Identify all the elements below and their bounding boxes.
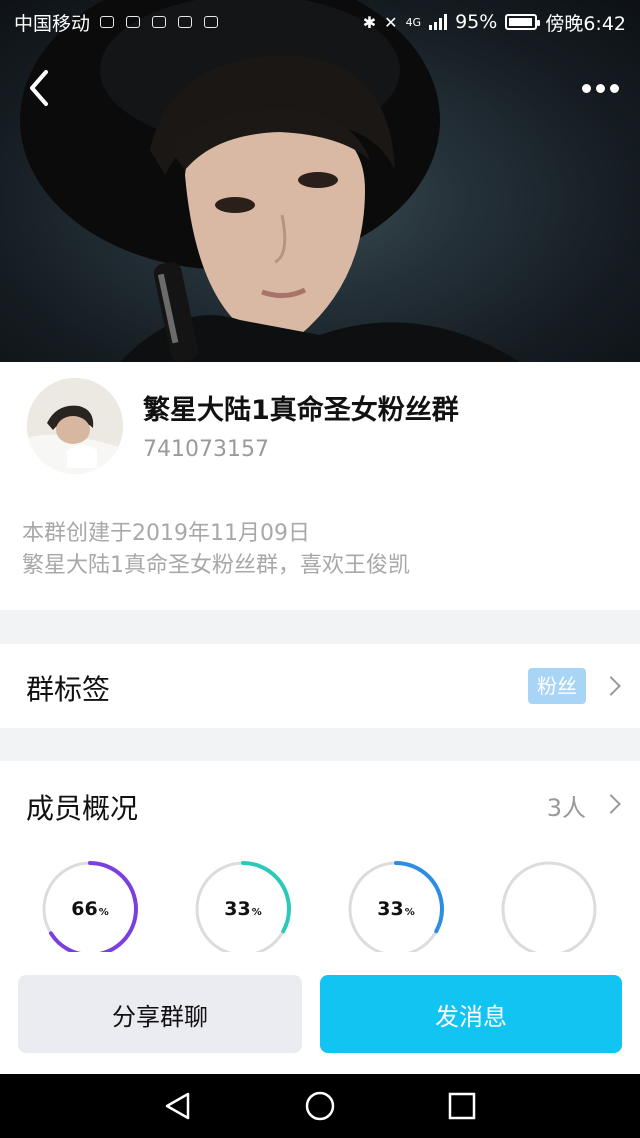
more-dots-icon [595, 83, 605, 93]
more-dots-icon [581, 83, 591, 93]
system-navigation-bar [0, 1074, 640, 1138]
group-tag-badge: 粉丝 [528, 668, 586, 704]
member-overview-section: 成员概况 3人 66% 33% 33% [0, 761, 640, 961]
group-created-date: 本群创建于2019年11月09日 [22, 521, 310, 546]
group-id: 741073157 [143, 437, 269, 462]
battery-fill [509, 18, 533, 26]
member-stat-ring: 66% [40, 859, 140, 959]
notification-icons [100, 16, 219, 28]
member-stat-ring [499, 859, 599, 959]
nav-recents-square-icon[interactable] [446, 1090, 478, 1122]
nav-back-triangle-icon[interactable] [162, 1090, 194, 1122]
ring-percent-label: 33% [193, 859, 293, 959]
group-info-card: 繁星大陆1真命圣女粉丝群 741073157 本群创建于2019年11月09日 … [0, 362, 640, 610]
nav-home-circle-icon[interactable] [304, 1090, 336, 1122]
ring-percent-label [499, 859, 599, 959]
member-stats-rings[interactable]: 66% 33% 33% [0, 853, 640, 957]
notification-icon [126, 16, 141, 28]
back-button[interactable] [24, 66, 64, 110]
carrier-name: 中国移动 [14, 12, 91, 35]
battery-percent: 95% [455, 11, 498, 33]
signal-icon [429, 14, 448, 30]
mute-icon: ✕ [384, 12, 398, 32]
more-dots-icon [609, 83, 619, 93]
ring-percent-unit: % [404, 906, 415, 918]
bluetooth-icon: ✱ [362, 12, 377, 32]
group-name: 繁星大陆1真命圣女粉丝群 [143, 395, 459, 426]
battery-icon [505, 14, 541, 30]
ring-percent-unit: % [98, 906, 109, 918]
group-cover-photo: 中国移动 ✱ ✕ 4G 95% 傍晚6:42 [0, 0, 640, 362]
bottom-action-bar: 分享群聊 发消息 [0, 952, 640, 1074]
member-stat-ring: 33% [193, 859, 293, 959]
avatar-illustration [27, 378, 123, 474]
ring-percent-value: 66 [71, 898, 98, 920]
cover-photo-illustration [20, 0, 520, 362]
member-overview-label: 成员概况 [26, 792, 139, 825]
group-description: 本群创建于2019年11月09日 繁星大陆1真命圣女粉丝群，喜欢王俊凯 [22, 518, 410, 582]
ring-percent-value: 33 [224, 898, 251, 920]
notification-icon [204, 16, 219, 28]
chevron-left-icon [30, 70, 48, 106]
member-stat-ring: 33% [346, 859, 446, 959]
more-options-button[interactable] [578, 70, 622, 106]
ring-percent-unit: % [251, 906, 262, 918]
group-tags-row[interactable]: 群标签 粉丝 [0, 644, 640, 728]
notification-icon [100, 16, 115, 28]
group-tags-label: 群标签 [26, 673, 111, 706]
notification-icon [178, 16, 193, 28]
group-avatar[interactable] [27, 378, 123, 474]
chevron-right-icon[interactable] [601, 794, 621, 814]
ring-percent-value: 33 [377, 898, 404, 920]
send-message-button[interactable]: 发消息 [320, 975, 622, 1053]
member-count[interactable]: 3人 [547, 788, 586, 823]
ring-percent-label: 66% [40, 859, 140, 959]
group-intro: 繁星大陆1真命圣女粉丝群，喜欢王俊凯 [22, 553, 410, 578]
status-time: 傍晚6:42 [545, 12, 626, 35]
notification-icon [152, 16, 167, 28]
share-group-button[interactable]: 分享群聊 [18, 975, 302, 1053]
status-bar: 中国移动 ✱ ✕ 4G 95% 傍晚6:42 [0, 0, 640, 44]
chevron-right-icon [601, 676, 621, 696]
ring-percent-label: 33% [346, 859, 446, 959]
network-type: 4G [405, 15, 422, 29]
